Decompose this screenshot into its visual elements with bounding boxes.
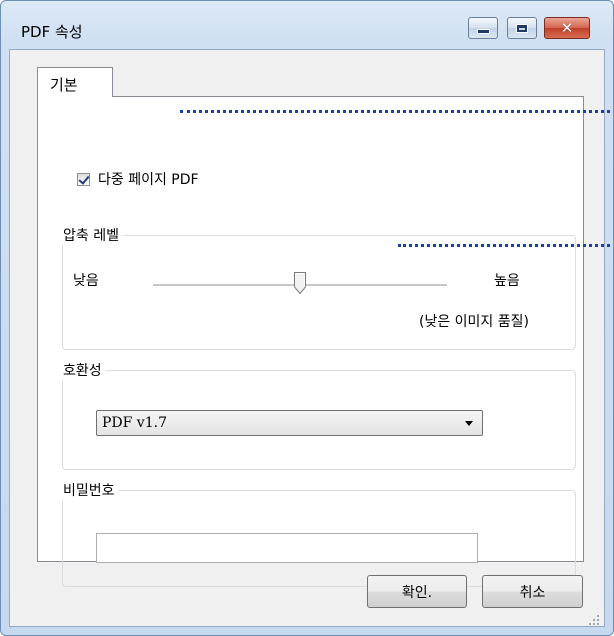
quality-note: (낮은 이미지 품질) <box>419 314 529 330</box>
tab-basic[interactable]: 기본 <box>37 67 113 97</box>
multipage-checkbox[interactable] <box>77 172 90 186</box>
pdf-version-value: PDF v1.7 <box>102 415 167 431</box>
maximize-button[interactable] <box>507 17 537 39</box>
compression-group: 압축 레벨 낮음 높음 (낮은 이미지 품질) <box>61 225 576 350</box>
compatibility-group: 호환성 PDF v1.7 <box>61 360 576 470</box>
cancel-button[interactable]: 취소 <box>482 575 583 608</box>
ok-button[interactable]: 확인. <box>367 575 467 608</box>
multipage-label: 다중 페이지 PDF <box>98 172 199 188</box>
compatibility-title: 호환성 <box>61 360 106 380</box>
tab-panel: 다중 페이지 PDF 압축 레벨 낮음 높음 (낮은 이미지 품질) 호환성 P… <box>37 96 584 587</box>
password-group: 비밀번호 <box>61 480 576 587</box>
annotation-leader-line <box>398 244 610 247</box>
dropdown-arrow-icon <box>465 421 473 426</box>
low-label: 낮음 <box>73 273 99 289</box>
close-button[interactable]: ✕ <box>544 17 590 39</box>
resize-grip-icon[interactable] <box>587 613 601 627</box>
multipage-option[interactable]: 다중 페이지 PDF <box>77 169 199 189</box>
maximize-icon <box>517 24 527 32</box>
compression-slider-thumb[interactable] <box>294 272 306 294</box>
password-input[interactable] <box>96 533 478 563</box>
window-title: PDF 속성 <box>21 23 83 41</box>
close-icon: ✕ <box>560 18 574 37</box>
password-title: 비밀번호 <box>61 480 119 500</box>
high-label: 높음 <box>494 273 520 289</box>
tab-label: 기본 <box>50 76 78 94</box>
compression-title: 압축 레벨 <box>61 225 123 245</box>
pdf-version-select[interactable]: PDF v1.7 <box>96 410 483 436</box>
annotation-leader-line <box>180 110 610 113</box>
dialog-window: PDF 속성 ✕ 기본 다중 페이지 PDF 압축 레벨 낮음 높음 (낮은 이… <box>0 0 614 636</box>
minimize-button[interactable] <box>468 17 498 39</box>
minimize-icon <box>477 30 489 33</box>
dialog-client-area: 기본 다중 페이지 PDF 압축 레벨 낮음 높음 (낮은 이미지 품질) 호환… <box>9 49 605 627</box>
title-bar[interactable]: PDF 속성 ✕ <box>1 1 613 49</box>
